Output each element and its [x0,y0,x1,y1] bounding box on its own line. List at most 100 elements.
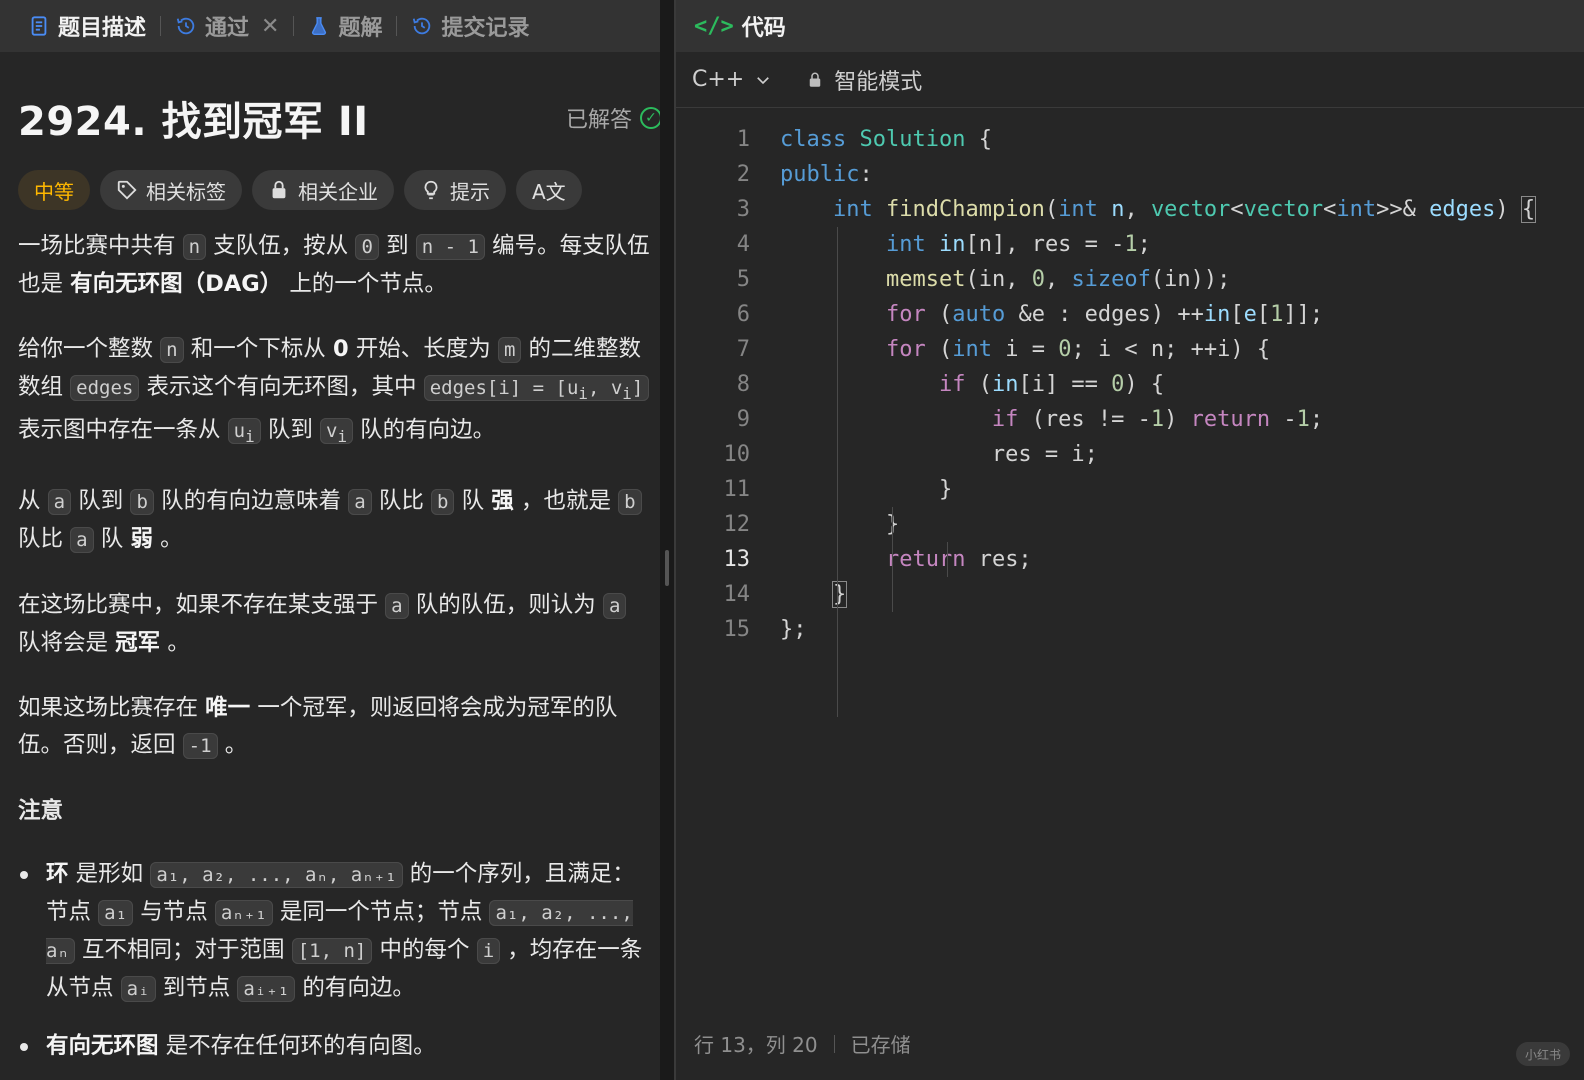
text: 上的一个节点。 [289,271,447,297]
text: 队将会是 [18,629,109,656]
language-label: C++ [692,67,745,92]
code-line[interactable]: 14 } [676,577,1584,612]
description-paragraph: 从 a 队到 b 队的有向边意味着 a 队比 b 队 强 ，也就是 b 队比 a… [18,483,656,559]
bold-term: 有向无环图（DAG） [70,271,283,297]
inline-code: [1, n] [291,937,373,964]
line-number: 12 [723,512,751,537]
bold-term: 弱 [130,525,153,552]
line-number: 11 [723,477,751,502]
indent-guide [892,507,893,612]
code-part: edges[i] = [u [429,377,579,399]
text: 队 [461,487,485,514]
code-line[interactable]: 6 for (auto &e : edges) ++in[e[1]]; [676,297,1584,332]
code-line[interactable]: 3 int findChampion(int n, vector<vector<… [676,192,1584,227]
inline-code: a [70,526,94,553]
code-line[interactable]: 8 if (in[i] == 0) { [676,367,1584,402]
inline-code: edges [70,375,140,401]
inline-code: i [476,937,501,964]
tab-accepted-label: 通过 [205,16,250,41]
inline-code: edges[i] = [ui, vi] [423,375,650,403]
line-number: 13 [723,547,751,572]
text: 支队伍，按从 [213,233,349,259]
inline-code: a [602,592,627,619]
text: 是同一个节点；节点 [279,898,483,925]
language-select[interactable]: C++ [692,67,772,92]
inline-code: aᵢ₊₁ [237,975,296,1002]
panel-resizer[interactable] [660,0,674,1080]
lock-icon [272,180,286,199]
code-line[interactable]: 7 for (int i = 0; i < n; ++i) { [676,332,1584,367]
chevron-down-icon [757,76,770,84]
text: 到 [386,233,409,259]
text: 与节点 [140,898,208,925]
translate-icon: A文 [532,179,566,204]
hint-label: 提示 [450,179,490,204]
text: 在这场比赛中，如果不存在某支强于 [18,591,379,618]
description-paragraph: 在这场比赛中，如果不存在某支强于 a 队的队伍，则认为 a 队将会是 冠军 。 [18,587,656,662]
close-icon[interactable]: ✕ [261,14,279,39]
bold-term: 有向无环图 [46,1032,159,1059]
inline-code: b [431,488,455,515]
code-line[interactable]: 4 int in[n], res = -1; [676,227,1584,262]
text: 互不相同；对于范围 [82,936,285,963]
difficulty-label: 中等 [34,179,74,204]
inline-code: m [497,337,522,363]
tab-description-label: 题目描述 [58,16,147,41]
tab-solutions-label: 题解 [338,16,383,41]
inline-code: a [385,592,409,619]
inline-code: a₁, a₂, ..., aₙ, aₙ₊₁ [150,861,403,888]
code-line[interactable]: 13 return res; [676,542,1584,577]
tab-description[interactable]: 题目描述 [14,0,160,52]
indent-guide [947,542,948,577]
problem-title[interactable]: 2924. 找到冠军 II [18,89,369,147]
divider [833,1034,835,1053]
text: 表示图中存在一条从 [18,416,221,443]
code-line[interactable]: 5 memset(in, 0, sizeof(in)); [676,262,1584,297]
inline-code: a₁ [98,899,134,926]
lightbulb-icon [424,180,438,200]
code-line[interactable]: 15}; [676,612,1584,647]
related-companies-label: 相关企业 [298,179,378,204]
inline-code: n [160,337,184,363]
text: 。 [160,525,183,552]
tab-accepted[interactable]: 通过 ✕ [161,0,293,52]
code-editor[interactable]: 1 class Solution { 2 public: 3 int findCha… [676,108,1584,717]
cursor-position: 行 13，列 20 [694,1033,818,1057]
solved-label: 已解答 [565,108,632,133]
text: 中的每个 [379,936,470,963]
watermark: 小红书 [1516,1042,1570,1066]
resize-grip-icon[interactable] [665,550,669,586]
line-number: 4 [736,232,750,257]
text: 队的有向边。 [360,416,496,443]
code-line[interactable]: 9 if (res != -1) return -1; [676,402,1584,437]
smart-mode-toggle[interactable]: 智能模式 [806,64,922,96]
tab-solutions[interactable]: 题解 [294,0,396,52]
history-icon [413,17,431,35]
code-panel: </> 代码 C++ 智能模式 1 class Solution { 2 publi… [674,0,1584,1080]
text: 。 [224,731,248,758]
hint-button[interactable]: 提示 [404,170,506,210]
code-line[interactable]: 11 } [676,472,1584,507]
indent-guide [837,227,838,717]
code-part: , v [587,377,623,399]
related-companies-button[interactable]: 相关企业 [252,170,394,210]
inline-code: ui [227,417,261,446]
line-number: 7 [736,337,750,362]
text: 。 [167,629,190,656]
difficulty-badge: 中等 [18,170,90,210]
code-line[interactable]: 12 } [676,507,1584,542]
code-line[interactable]: 2 public: [676,157,1584,192]
tab-submissions[interactable]: 提交记录 [397,0,543,52]
related-tags-button[interactable]: 相关标签 [100,170,242,210]
solved-status: 已解答 ✓ [566,102,662,134]
inline-code: 0 [355,234,379,260]
lock-icon [809,72,821,87]
inline-code: n [182,234,207,260]
bold-term: 0 [332,336,349,362]
code-line[interactable]: 1 class Solution { [676,122,1584,157]
text: 队到 [267,416,313,443]
line-number: 15 [723,617,751,642]
code-line[interactable]: 10 res = i; [676,437,1584,472]
translate-button[interactable]: A文 [516,170,582,210]
note-list: 环 是形如 a₁, a₂, ..., aₙ, aₙ₊₁ 的一个序列，且满足：节点… [18,856,656,1065]
